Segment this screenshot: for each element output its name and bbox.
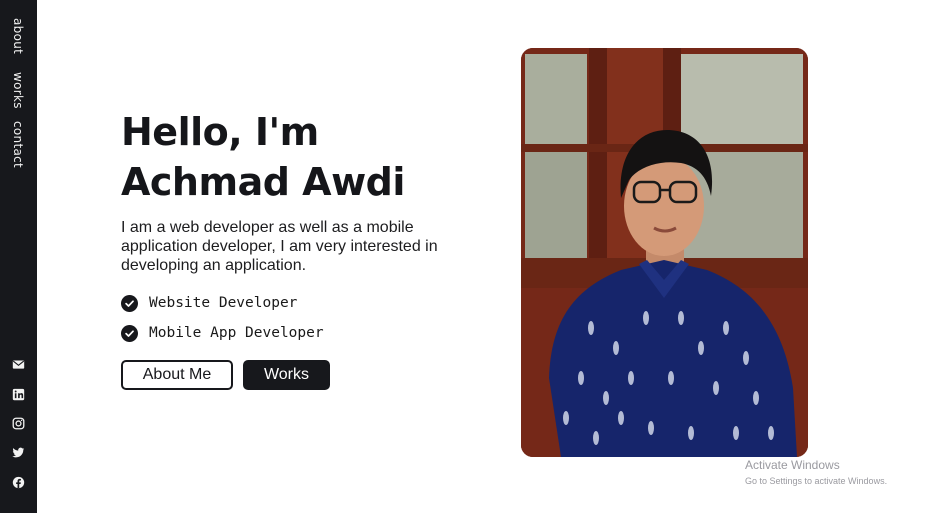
skill-item: Website Developer <box>121 293 324 313</box>
instagram-icon[interactable] <box>12 417 25 430</box>
skill-label: Website Developer <box>149 295 298 311</box>
twitter-icon[interactable] <box>12 446 25 459</box>
facebook-icon[interactable] <box>12 476 25 489</box>
hero-title-line2: Achmad Awdi <box>121 160 405 204</box>
hero-title-line1: Hello, I'm <box>121 110 319 154</box>
skill-item: Mobile App Developer <box>121 323 324 343</box>
about-me-button[interactable]: About Me <box>121 360 233 390</box>
mail-icon[interactable] <box>12 358 25 371</box>
check-circle-icon <box>121 324 138 342</box>
activate-windows-watermark: Activate Windows Go to Settings to activ… <box>745 458 887 488</box>
skill-label: Mobile App Developer <box>149 325 324 341</box>
sidebar: about works contact <box>0 0 37 513</box>
profile-photo-illustration <box>521 48 808 457</box>
nav-about-link[interactable]: about <box>11 18 25 54</box>
profile-photo <box>521 48 808 457</box>
skills-list: Website Developer Mobile App Developer <box>121 293 324 353</box>
watermark-subtitle: Go to Settings to activate Windows. <box>745 476 888 486</box>
nav-works-link[interactable]: works <box>11 72 25 109</box>
nav-contact-link[interactable]: contact <box>11 121 25 168</box>
works-button[interactable]: Works <box>243 360 330 390</box>
hero-title: Hello, I'm Achmad Awdi <box>121 107 405 207</box>
hero-description: I am a web developer as well as a mobile… <box>121 219 438 274</box>
check-circle-icon <box>121 294 138 312</box>
watermark-title: Activate Windows <box>745 458 840 472</box>
linkedin-icon[interactable] <box>12 388 25 401</box>
